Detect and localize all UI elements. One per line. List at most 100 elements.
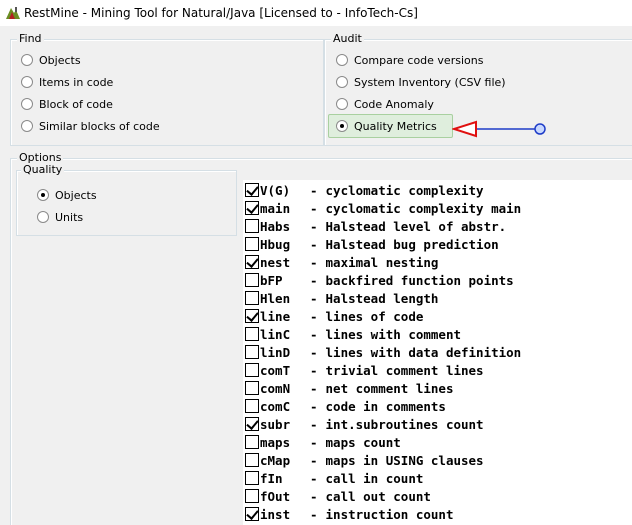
metric-checkbox[interactable] bbox=[245, 435, 259, 449]
metric-checkbox[interactable] bbox=[245, 237, 259, 251]
metric-code: fIn bbox=[260, 470, 283, 486]
metric-description: Halstead bug prediction bbox=[325, 236, 499, 252]
radio-button[interactable] bbox=[21, 120, 33, 132]
metric-row-lind[interactable]: linD - lines with data definition bbox=[245, 343, 521, 361]
metric-checkbox[interactable] bbox=[245, 399, 259, 413]
metric-row-linc[interactable]: linC - lines with comment bbox=[245, 325, 461, 343]
radio-button[interactable] bbox=[336, 98, 348, 110]
find-group: Find Objects Items in code Block of code… bbox=[10, 33, 324, 146]
metric-description: Halstead length bbox=[325, 290, 439, 306]
metric-code: comT bbox=[260, 362, 291, 378]
quality-option-units[interactable]: Units bbox=[37, 209, 83, 225]
metric-checkbox[interactable] bbox=[245, 363, 259, 377]
metric-row-fin[interactable]: fIn - call in count bbox=[245, 469, 423, 487]
metric-description: lines with comment bbox=[325, 326, 461, 342]
metric-separator: - bbox=[310, 452, 318, 468]
radio-button-selected[interactable] bbox=[336, 120, 348, 132]
audit-legend: Audit bbox=[331, 32, 364, 45]
metric-code: line bbox=[260, 308, 291, 324]
metric-description: Halstead level of abstr. bbox=[325, 218, 507, 234]
quality-option-objects[interactable]: Objects bbox=[37, 187, 97, 203]
metric-code: main bbox=[260, 200, 291, 216]
find-option-block-of-code[interactable]: Block of code bbox=[21, 96, 113, 112]
metric-separator: - bbox=[310, 506, 318, 522]
metric-code: linC bbox=[260, 326, 291, 342]
metric-separator: - bbox=[310, 398, 318, 414]
metric-separator: - bbox=[310, 344, 318, 360]
metric-row-hbug[interactable]: Hbug - Halstead bug prediction bbox=[245, 235, 499, 253]
metric-checkbox[interactable] bbox=[245, 255, 259, 269]
radio-button[interactable] bbox=[336, 54, 348, 66]
metric-separator: - bbox=[310, 236, 318, 252]
metric-separator: - bbox=[310, 218, 318, 234]
metric-description: net comment lines bbox=[325, 380, 454, 396]
audit-option-quality-metrics[interactable]: Quality Metrics bbox=[336, 118, 437, 134]
metric-row-vg[interactable]: V(G) - cyclomatic complexity bbox=[245, 181, 484, 199]
metric-separator: - bbox=[310, 272, 318, 288]
metric-checkbox[interactable] bbox=[245, 345, 259, 359]
title-bar[interactable]: RestMine - Mining Tool for Natural/Java … bbox=[0, 0, 632, 26]
metric-checkbox[interactable] bbox=[245, 453, 259, 467]
audit-option-code-anomaly[interactable]: Code Anomaly bbox=[336, 96, 434, 112]
find-option-similar-blocks[interactable]: Similar blocks of code bbox=[21, 118, 160, 134]
radio-button[interactable] bbox=[336, 76, 348, 88]
metric-row-line[interactable]: line - lines of code bbox=[245, 307, 423, 325]
metric-checkbox[interactable] bbox=[245, 219, 259, 233]
metric-separator: - bbox=[310, 182, 318, 198]
find-legend: Find bbox=[17, 32, 44, 45]
find-option-objects[interactable]: Objects bbox=[21, 52, 81, 68]
metric-row-subr[interactable]: subr - int.subroutines count bbox=[245, 415, 484, 433]
metric-row-inst[interactable]: inst - instruction count bbox=[245, 505, 453, 523]
metric-row-maps[interactable]: maps - maps count bbox=[245, 433, 401, 451]
metrics-checklist[interactable]: V(G) - cyclomatic complexity main - cyclomati… bbox=[243, 180, 632, 525]
metric-separator: - bbox=[310, 488, 318, 504]
metric-separator: - bbox=[310, 470, 318, 486]
metric-code: nest bbox=[260, 254, 291, 270]
metric-checkbox[interactable] bbox=[245, 381, 259, 395]
metric-checkbox[interactable] bbox=[245, 273, 259, 287]
audit-option-compare-versions[interactable]: Compare code versions bbox=[336, 52, 483, 68]
metric-code: Hlen bbox=[260, 290, 291, 306]
metric-row-comt[interactable]: comT - trivial comment lines bbox=[245, 361, 484, 379]
metric-checkbox[interactable] bbox=[245, 327, 259, 341]
metric-row-main[interactable]: main - cyclomatic complexity main bbox=[245, 199, 521, 217]
annotation-arrow bbox=[452, 120, 546, 138]
metric-row-fout[interactable]: fOut - call out count bbox=[245, 487, 431, 505]
metric-separator: - bbox=[310, 254, 318, 270]
radio-button-selected[interactable] bbox=[37, 189, 49, 201]
metric-row-habs[interactable]: Habs - Halstead level of abstr. bbox=[245, 217, 506, 235]
metric-checkbox[interactable] bbox=[245, 201, 259, 215]
metric-checkbox[interactable] bbox=[245, 471, 259, 485]
find-option-items-in-code[interactable]: Items in code bbox=[21, 74, 113, 90]
radio-button[interactable] bbox=[21, 98, 33, 110]
metric-code: cMap bbox=[260, 452, 291, 468]
main-client-area: Find Objects Items in code Block of code… bbox=[0, 26, 632, 525]
metric-row-cmap[interactable]: cMap - maps in USING clauses bbox=[245, 451, 484, 469]
metric-code: subr bbox=[260, 416, 291, 432]
radio-button[interactable] bbox=[21, 76, 33, 88]
radio-button[interactable] bbox=[37, 211, 49, 223]
metric-description: call out count bbox=[325, 488, 431, 504]
metric-description: maps in USING clauses bbox=[325, 452, 484, 468]
audit-option-system-inventory[interactable]: System Inventory (CSV file) bbox=[336, 74, 506, 90]
metric-description: call in count bbox=[325, 470, 424, 486]
metric-checkbox[interactable] bbox=[245, 291, 259, 305]
metric-separator: - bbox=[310, 308, 318, 324]
metric-checkbox[interactable] bbox=[245, 183, 259, 197]
metric-description: int.subroutines count bbox=[325, 416, 484, 432]
metric-row-comc[interactable]: comC - code in comments bbox=[245, 397, 446, 415]
metric-row-bfp[interactable]: bFP - backfired function points bbox=[245, 271, 514, 289]
metric-description: maximal nesting bbox=[325, 254, 439, 270]
app-icon bbox=[6, 7, 20, 19]
metric-row-nest[interactable]: nest - maximal nesting bbox=[245, 253, 438, 271]
metric-checkbox[interactable] bbox=[245, 507, 259, 521]
radio-button[interactable] bbox=[21, 54, 33, 66]
metric-checkbox[interactable] bbox=[245, 309, 259, 323]
metric-separator: - bbox=[310, 362, 318, 378]
metric-separator: - bbox=[310, 200, 318, 216]
metric-row-comn[interactable]: comN - net comment lines bbox=[245, 379, 453, 397]
metric-separator: - bbox=[310, 380, 318, 396]
metric-checkbox[interactable] bbox=[245, 417, 259, 431]
metric-row-hlen[interactable]: Hlen - Halstead length bbox=[245, 289, 438, 307]
metric-checkbox[interactable] bbox=[245, 489, 259, 503]
